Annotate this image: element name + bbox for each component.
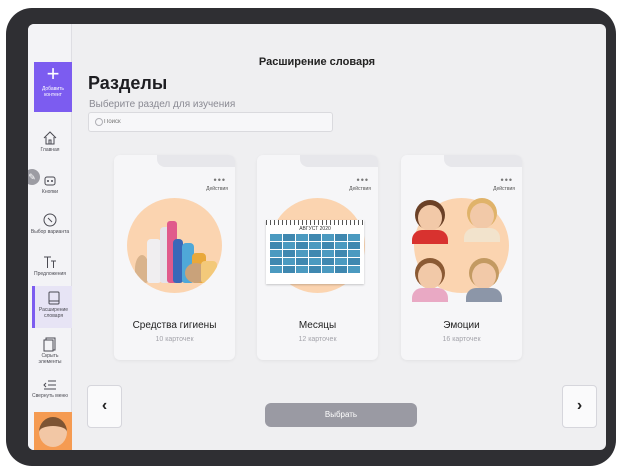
more-icon[interactable]: ••• (214, 175, 226, 185)
choice-icon (43, 213, 57, 227)
card-tab (300, 155, 378, 167)
text-icon (44, 256, 56, 268)
user-avatar[interactable] (34, 412, 72, 450)
sidebar-item-label: Предложения (33, 271, 67, 277)
page-title: Расширение словаря (258, 56, 376, 68)
sidebar-item-label: Расширение словаря (38, 307, 69, 319)
sidebar-item-label: Кнопки (41, 189, 59, 195)
sidebar-item-buttons[interactable]: Кнопки (30, 172, 70, 195)
sidebar-item-sentences[interactable]: Предложения (30, 254, 70, 277)
more-icon[interactable]: ••• (501, 175, 513, 185)
hide-icon (43, 337, 56, 352)
category-card-months[interactable]: ••• Действия АВГУСТ 2020 Месяцы 12 карто… (257, 155, 378, 360)
card-tab (444, 155, 522, 167)
children-emotions-image (412, 198, 509, 302)
search-icon (95, 118, 103, 126)
collapse-menu-icon (43, 380, 56, 390)
card-actions-label[interactable]: Действия (493, 186, 515, 192)
more-icon[interactable]: ••• (357, 175, 369, 185)
category-card-hygiene[interactable]: ••• Действия Средства гигиены 10 карточе… (114, 155, 235, 360)
search-input[interactable] (104, 115, 324, 129)
sidebar-item-home[interactable]: Главная (30, 130, 70, 153)
card-count: 16 карточек (442, 336, 481, 343)
card-tab (157, 155, 235, 167)
next-button[interactable]: › (562, 385, 597, 428)
card-title: Месяцы (298, 320, 337, 331)
chevron-right-icon: › (576, 397, 583, 414)
tablet-frame: + Добавить контент Главная ✎ Кнопки Выбо… (6, 8, 616, 466)
calendar-image: АВГУСТ 2020 (266, 198, 365, 293)
sidebar-item-label: Главная (40, 147, 60, 153)
app-screen: + Добавить контент Главная ✎ Кнопки Выбо… (28, 24, 606, 450)
chevron-left-icon: ‹ (101, 397, 108, 414)
avatar-face (39, 417, 67, 447)
select-button[interactable]: Выбрать (265, 403, 417, 427)
sidebar-item-hide[interactable]: Скрыть элементы (30, 336, 70, 365)
add-content-button[interactable]: + Добавить контент (34, 62, 72, 112)
card-title: Эмоции (443, 320, 480, 331)
tablet-icon (48, 291, 59, 305)
card-actions-label[interactable]: Действия (206, 186, 228, 192)
card-count: 10 карточек (155, 336, 194, 343)
sidebar: + Добавить контент Главная ✎ Кнопки Выбо… (28, 24, 72, 450)
category-card-emotions[interactable]: ••• Действия Эмоции 16 карточек (401, 155, 522, 360)
calendar-graphic: АВГУСТ 2020 (266, 220, 364, 284)
sidebar-item-label: Скрыть элементы (38, 353, 62, 365)
hygiene-products-image (127, 198, 222, 293)
home-icon (43, 131, 57, 145)
section-subtitle: Выберите раздел для изучения (89, 99, 236, 110)
section-title: Разделы (88, 73, 168, 93)
add-content-label: Добавить контент (41, 86, 65, 98)
search-box[interactable] (88, 112, 333, 132)
card-actions-label[interactable]: Действия (349, 186, 371, 192)
sidebar-item-label: Выбор варианта (30, 229, 70, 235)
prev-button[interactable]: ‹ (87, 385, 122, 428)
card-count: 12 карточек (298, 336, 337, 343)
card-title: Средства гигиены (132, 320, 217, 331)
sidebar-item-label: Свернуть меню (31, 393, 69, 399)
sidebar-item-collapse[interactable]: Свернуть меню (30, 378, 70, 399)
buttons-icon (44, 176, 56, 186)
sidebar-item-choice[interactable]: Выбор варианта (30, 212, 70, 235)
sidebar-item-vocabulary[interactable]: Расширение словаря (32, 286, 72, 328)
